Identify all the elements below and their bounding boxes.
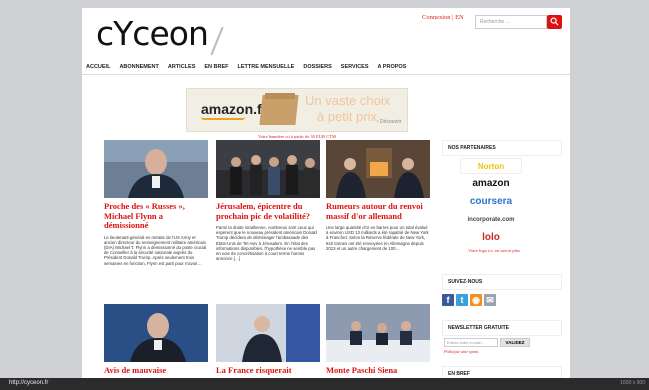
nav-en-bref[interactable]: EN BREF bbox=[204, 61, 228, 74]
article-thumbnail[interactable] bbox=[326, 304, 430, 362]
twitter-icon[interactable]: t bbox=[456, 294, 468, 306]
article-title[interactable]: La France risquerait bbox=[216, 365, 320, 376]
photo-draghi bbox=[104, 304, 208, 362]
mail-icon[interactable]: ✉ bbox=[484, 294, 496, 306]
photo-gold bbox=[326, 140, 430, 198]
article-thumbnail[interactable] bbox=[104, 304, 208, 362]
rss-icon[interactable]: ◉ bbox=[470, 294, 482, 306]
search-icon bbox=[550, 17, 559, 26]
banner-box-flap bbox=[265, 93, 295, 99]
logo-slash bbox=[210, 26, 224, 56]
site-header: cYceon Connexion | EN Recherche ... bbox=[82, 8, 570, 62]
banner-brand: amazon.fr bbox=[201, 101, 268, 117]
banner-line-1: Un vaste choix bbox=[305, 93, 391, 108]
partners-note[interactable]: Votre logo ici, en savoir plus bbox=[460, 248, 528, 253]
article-excerpt: Une large quantité d'or en barres pour u… bbox=[326, 225, 429, 251]
web-page: cYceon Connexion | EN Recherche ... ACCU… bbox=[82, 8, 570, 382]
follow-heading: SUIVEZ-NOUS bbox=[442, 274, 562, 290]
article-title[interactable]: Monte Paschi Siena bbox=[326, 365, 430, 376]
logo-text: cYceon bbox=[96, 14, 209, 53]
nav-services[interactable]: SERVICES bbox=[341, 61, 369, 74]
article-card[interactable]: Avis de mauvaise bbox=[104, 304, 208, 376]
partner-logo-lolo[interactable]: lolo bbox=[460, 230, 522, 246]
main-nav: ACCUEIL ABONNEMENT ARTICLES EN BREF LETT… bbox=[82, 61, 570, 74]
sidebar-follow: SUIVEZ-NOUS f t ◉ ✉ bbox=[442, 274, 562, 306]
search-button[interactable] bbox=[547, 15, 562, 29]
nav-abonnement[interactable]: ABONNEMENT bbox=[119, 61, 158, 74]
newsletter-heading: NEWSLETTER GRATUITE bbox=[442, 320, 562, 336]
photo-flynn bbox=[104, 140, 208, 198]
article-card[interactable]: Jérusalem, épicentre du prochain pic de … bbox=[216, 140, 320, 261]
login-language-links[interactable]: Connexion | EN bbox=[422, 14, 464, 21]
nav-dossiers[interactable]: DOSSIERS bbox=[303, 61, 331, 74]
partners-heading: NOS PARTENAIRES bbox=[442, 140, 562, 156]
photo-hollande bbox=[216, 304, 320, 362]
newsletter-email-input[interactable]: Entrez votre e-mail… bbox=[444, 338, 498, 347]
article-thumbnail[interactable] bbox=[216, 304, 320, 362]
browser-status-bar: http://cyceon.fr 1600 x 900 bbox=[0, 378, 649, 390]
article-title[interactable]: Rumeurs autour du renvoi massif d'or all… bbox=[326, 201, 430, 221]
banner-note[interactable]: Votre bannière ici à partir de 30 EUR CT… bbox=[258, 134, 336, 139]
article-thumbnail[interactable] bbox=[216, 140, 320, 198]
article-card[interactable]: Proche des « Russes », Michael Flynn a d… bbox=[104, 140, 208, 266]
resolution-label: 1600 x 900 bbox=[620, 380, 645, 386]
newsletter-submit-button[interactable]: VALIDEZ bbox=[500, 338, 530, 347]
sidebar-newsletter: NEWSLETTER GRATUITE bbox=[442, 320, 562, 336]
banner-line-2: à petit prix bbox=[317, 109, 377, 124]
nav-accueil[interactable]: ACCUEIL bbox=[86, 61, 110, 74]
privacy-link[interactable]: Politique anti-spam. bbox=[444, 349, 479, 354]
article-title[interactable]: Jérusalem, épicentre du prochain pic de … bbox=[216, 201, 320, 221]
partner-logo-incorporate[interactable]: incorporate.com bbox=[460, 212, 522, 228]
banner-cta: › Découvrir bbox=[377, 119, 402, 125]
ad-banner[interactable]: amazon.fr Un vaste choix à petit prix › … bbox=[186, 88, 408, 132]
nav-articles[interactable]: ARTICLES bbox=[168, 61, 196, 74]
sidebar-partners: NOS PARTENAIRES bbox=[442, 140, 562, 156]
banner-box-image bbox=[259, 95, 299, 125]
nav-lettre-mensuelle[interactable]: LETTRE MENSUELLE bbox=[238, 61, 295, 74]
partner-logo-norton[interactable]: Norton bbox=[460, 158, 522, 174]
partner-logo-coursera[interactable]: coursera bbox=[460, 194, 522, 210]
article-card[interactable]: Rumeurs autour du renvoi massif d'or all… bbox=[326, 140, 430, 251]
article-thumbnail[interactable] bbox=[326, 140, 430, 198]
social-links: f t ◉ ✉ bbox=[442, 294, 562, 306]
article-title[interactable]: Avis de mauvaise bbox=[104, 365, 208, 376]
banner-smile-icon bbox=[201, 117, 245, 120]
article-card[interactable]: La France risquerait bbox=[216, 304, 320, 376]
photo-monte-paschi bbox=[326, 304, 430, 362]
photo-jerusalem bbox=[216, 140, 320, 198]
article-thumbnail[interactable] bbox=[104, 140, 208, 198]
nav-divider bbox=[82, 74, 570, 75]
facebook-icon[interactable]: f bbox=[442, 294, 454, 306]
article-excerpt: Parmi la droite israélienne, nombreux so… bbox=[216, 225, 317, 262]
article-card[interactable]: Monte Paschi Siena bbox=[326, 304, 430, 376]
article-title[interactable]: Proche des « Russes », Michael Flynn a d… bbox=[104, 201, 208, 231]
partner-logo-amazon[interactable]: amazon bbox=[460, 176, 522, 192]
article-excerpt: Le lieutenant-général en retraite de l'U… bbox=[104, 234, 207, 266]
status-url: http://cyceon.fr bbox=[9, 380, 49, 386]
site-logo[interactable]: cYceon bbox=[96, 14, 224, 56]
nav-a-propos[interactable]: A PROPOS bbox=[378, 61, 407, 74]
search-input[interactable]: Recherche ... bbox=[475, 15, 547, 29]
